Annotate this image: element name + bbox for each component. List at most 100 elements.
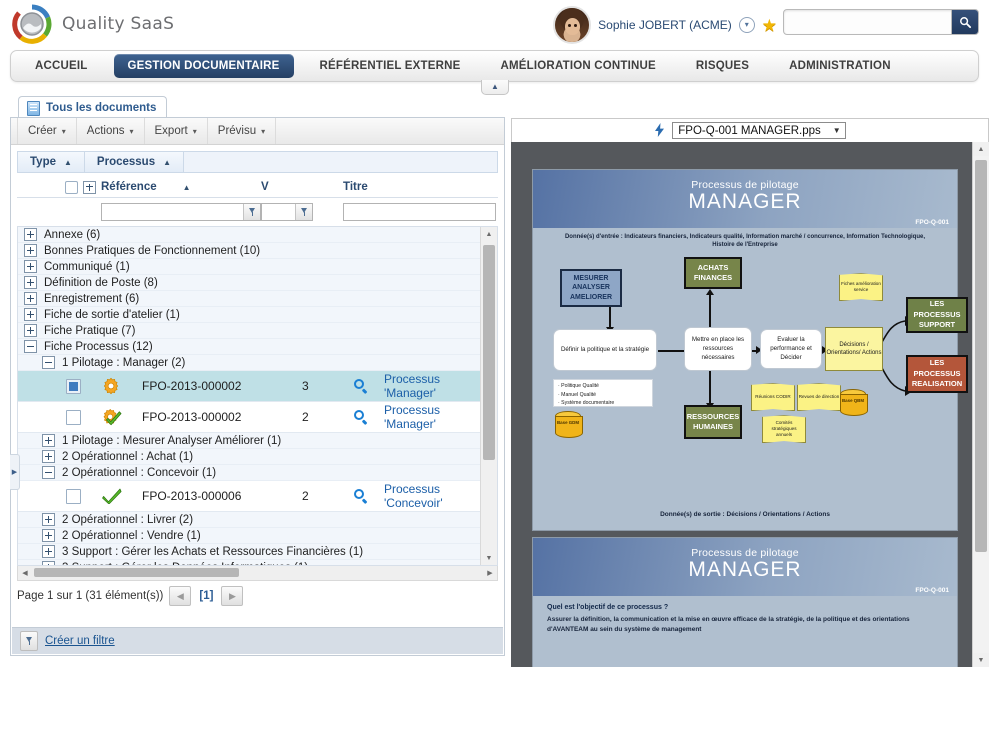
create-filter-link[interactable]: Créer un filtre: [45, 635, 115, 647]
search-input[interactable]: [784, 10, 951, 34]
filter-reference[interactable]: [101, 203, 261, 221]
tree-group[interactable]: 2 Opérationnel : Concevoir (1): [18, 465, 480, 481]
table-row[interactable]: FPO-2013-000002 3 Processus 'Manager': [18, 371, 480, 402]
group-chip-processus[interactable]: Processus ▲: [84, 152, 185, 172]
global-search[interactable]: [783, 9, 979, 35]
row-title[interactable]: Processus 'Manager': [384, 372, 480, 400]
tree-group[interactable]: Bonnes Pratiques de Fonctionnement (10): [18, 243, 480, 259]
tree-group[interactable]: 1 Pilotage : Manager (2): [18, 355, 480, 371]
scroll-left-icon[interactable]: ◀: [18, 566, 32, 580]
row-checkbox[interactable]: [66, 409, 81, 425]
panel-splitter-handle[interactable]: ▶: [10, 454, 20, 490]
expand-icon[interactable]: [42, 545, 55, 558]
pagination-prev-button[interactable]: ◀: [169, 586, 192, 606]
brand-logo[interactable]: Quality SaaS: [12, 4, 174, 44]
filter-titre-input[interactable]: [344, 206, 495, 218]
expand-icon[interactable]: [24, 244, 37, 257]
select-all-checkbox[interactable]: [65, 180, 78, 194]
tree-horizontal-scrollbar[interactable]: ◀ ▶: [17, 566, 498, 581]
expand-icon[interactable]: [24, 308, 37, 321]
collapse-icon[interactable]: [42, 356, 55, 369]
toolbar-previsu[interactable]: Prévisu ▾: [208, 118, 277, 144]
avatar[interactable]: [553, 6, 592, 44]
search-icon[interactable]: [951, 10, 978, 34]
user-menu-chevron-down-icon[interactable]: ▾: [738, 17, 755, 33]
scroll-right-icon[interactable]: ▶: [483, 566, 497, 580]
toolbar-actions[interactable]: Actions ▾: [77, 118, 145, 144]
expand-icon[interactable]: [42, 450, 55, 463]
column-reference[interactable]: Référence ▲: [101, 181, 261, 193]
preview-magnifier-icon[interactable]: [354, 488, 369, 504]
expand-all-icon[interactable]: [83, 180, 96, 194]
file-select-dropdown[interactable]: FPO-Q-001 MANAGER.pps ▼: [672, 122, 846, 139]
row-checkbox[interactable]: [66, 488, 81, 504]
tree-group[interactable]: Fiche de sortie d'atelier (1): [18, 307, 480, 323]
tree-vertical-scrollbar[interactable]: ▲ ▼: [480, 227, 497, 565]
filter-version[interactable]: [261, 203, 313, 221]
preview-magnifier-icon[interactable]: [354, 409, 369, 425]
tree-scrollbar-thumb[interactable]: [483, 245, 495, 460]
expand-icon[interactable]: [24, 292, 37, 305]
nav-item-referentiel-externe[interactable]: RÉFÉRENTIEL EXTERNE: [306, 54, 475, 78]
sort-ascending-icon[interactable]: ▲: [163, 158, 171, 167]
scroll-up-icon[interactable]: ▲: [973, 142, 989, 156]
tree-group[interactable]: 3 Support : Gérer les Données Informatiq…: [18, 560, 480, 565]
slide-2[interactable]: Processus de pilotage MANAGER FPO-Q-001 …: [533, 538, 957, 667]
expand-icon[interactable]: [24, 324, 37, 337]
nav-item-gestion-documentaire[interactable]: GESTION DOCUMENTAIRE: [113, 54, 294, 78]
expand-icon[interactable]: [42, 434, 55, 447]
expand-icon[interactable]: [42, 561, 55, 565]
nav-item-accueil[interactable]: ACCUEIL: [21, 54, 102, 78]
tree-group[interactable]: 2 Opérationnel : Achat (1): [18, 449, 480, 465]
expand-icon[interactable]: [42, 529, 55, 542]
tree-group[interactable]: Enregistrement (6): [18, 291, 480, 307]
tree-group[interactable]: 2 Opérationnel : Livrer (2): [18, 512, 480, 528]
filter-titre[interactable]: [343, 203, 496, 221]
group-chip-type[interactable]: Type ▲: [18, 152, 85, 172]
expand-icon[interactable]: [24, 260, 37, 273]
toolbar-export[interactable]: Export ▾: [145, 118, 208, 144]
scroll-down-icon[interactable]: ▼: [973, 653, 989, 667]
column-titre[interactable]: Titre: [343, 181, 498, 193]
favorite-star-icon[interactable]: ★: [762, 17, 777, 34]
collapse-header-button[interactable]: ▲: [481, 80, 509, 95]
viewer-vertical-scrollbar[interactable]: ▲ ▼: [972, 142, 989, 667]
tree-group[interactable]: Définition de Poste (8): [18, 275, 480, 291]
pagination-current-page[interactable]: [1]: [197, 590, 215, 602]
row-title[interactable]: Processus 'Manager': [384, 403, 480, 431]
toolbar-creer[interactable]: Créer ▾: [17, 118, 77, 144]
collapse-icon[interactable]: [42, 466, 55, 479]
pagination-next-button[interactable]: ▶: [221, 586, 244, 606]
expand-icon[interactable]: [24, 276, 37, 289]
tree-group[interactable]: Fiche Pratique (7): [18, 323, 480, 339]
viewer-scrollbar-thumb[interactable]: [975, 160, 987, 552]
sort-ascending-icon[interactable]: ▲: [64, 158, 72, 167]
filter-version-funnel-icon[interactable]: [295, 204, 312, 220]
nav-item-administration[interactable]: ADMINISTRATION: [775, 54, 905, 78]
table-row[interactable]: FPO-2013-000002 2 Processus 'Manager': [18, 402, 480, 433]
tree-group[interactable]: 1 Pilotage : Mesurer Analyser Améliorer …: [18, 433, 480, 449]
user-name[interactable]: Sophie JOBERT (ACME): [598, 18, 732, 32]
table-row[interactable]: FPO-2013-000006 2 Processus 'Concevoir': [18, 481, 480, 512]
tree-group[interactable]: Fiche Processus (12): [18, 339, 480, 355]
tree-group[interactable]: Communiqué (1): [18, 259, 480, 275]
collapse-icon[interactable]: [24, 340, 37, 353]
filter-version-input[interactable]: [262, 206, 295, 218]
expand-icon[interactable]: [42, 513, 55, 526]
nav-item-risques[interactable]: RISQUES: [682, 54, 763, 78]
preview-magnifier-icon[interactable]: [354, 378, 369, 394]
tree-group[interactable]: 3 Support : Gérer les Achats et Ressourc…: [18, 544, 480, 560]
filter-reference-input[interactable]: [102, 206, 243, 218]
tree-group[interactable]: Annexe (6): [18, 227, 480, 243]
tab-tous-les-documents[interactable]: Tous les documents: [18, 96, 168, 119]
scroll-up-icon[interactable]: ▲: [481, 227, 497, 241]
nav-item-amelioration-continue[interactable]: AMÉLIORATION CONTINUE: [487, 54, 670, 78]
column-version[interactable]: V: [261, 181, 313, 193]
scroll-down-icon[interactable]: ▼: [481, 551, 497, 565]
expand-icon[interactable]: [24, 228, 37, 241]
row-checkbox[interactable]: [66, 378, 81, 394]
tree-hscrollbar-thumb[interactable]: [34, 568, 239, 577]
row-title[interactable]: Processus 'Concevoir': [384, 482, 480, 510]
slide-1[interactable]: Processus de pilotage MANAGER FPO-Q-001 …: [533, 170, 968, 530]
column-select-all[interactable]: [65, 180, 101, 194]
